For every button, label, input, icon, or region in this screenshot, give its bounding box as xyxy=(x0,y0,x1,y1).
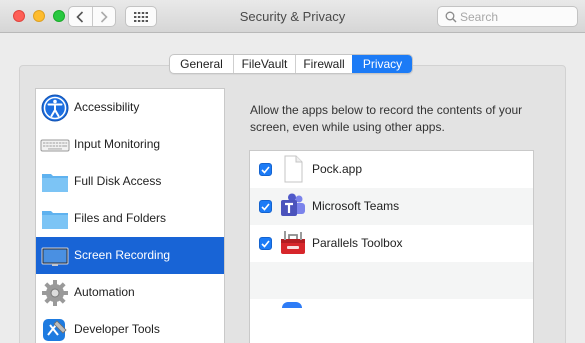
app-label: Parallels Toolbox xyxy=(312,236,403,250)
show-all-button[interactable] xyxy=(125,6,157,27)
app-label: Pock.app xyxy=(312,162,363,176)
back-button[interactable] xyxy=(69,7,92,26)
close-window-button[interactable] xyxy=(13,10,25,22)
screen-recording-description: Allow the apps below to record the conte… xyxy=(250,103,523,134)
category-screen-recording[interactable]: Screen Recording xyxy=(36,237,224,274)
grid-icon xyxy=(134,11,148,22)
search-field[interactable] xyxy=(437,6,578,27)
app-icon-partial xyxy=(282,302,302,308)
chevron-left-icon xyxy=(76,10,84,23)
navigation-buttons xyxy=(68,6,116,27)
list-item-pock[interactable]: Pock.app xyxy=(250,151,533,188)
category-label: Automation xyxy=(74,285,135,299)
search-input[interactable] xyxy=(460,8,572,25)
category-label: Input Monitoring xyxy=(74,137,161,151)
display-icon xyxy=(41,247,69,266)
category-label: Screen Recording xyxy=(74,248,171,262)
tab-general[interactable]: General xyxy=(170,55,233,73)
category-input-monitoring[interactable]: Input Monitoring xyxy=(36,126,224,163)
search-icon xyxy=(445,11,457,23)
window-title: Security & Privacy xyxy=(239,9,346,24)
checkmark-icon xyxy=(261,239,270,248)
tab-privacy[interactable]: Privacy xyxy=(352,55,412,73)
forward-button[interactable] xyxy=(91,7,116,26)
tab-bar: General FileVault Firewall Privacy xyxy=(169,54,413,74)
screen-recording-app-list[interactable]: Pock.app Microsoft Teams Parallels Toolb… xyxy=(249,150,534,343)
category-full-disk-access[interactable]: Full Disk Access xyxy=(36,163,224,200)
minimize-window-button[interactable] xyxy=(33,10,45,22)
zoom-window-button[interactable] xyxy=(53,10,65,22)
xcode-icon xyxy=(43,319,67,341)
category-developer-tools[interactable]: Developer Tools xyxy=(36,311,224,343)
folder-icon xyxy=(42,174,68,192)
tab-firewall[interactable]: Firewall xyxy=(295,55,352,73)
list-item-microsoft-teams[interactable]: Microsoft Teams xyxy=(250,188,533,225)
category-accessibility[interactable]: Accessibility xyxy=(36,89,224,126)
list-item-parallels-toolbox[interactable]: Parallels Toolbox xyxy=(250,225,533,262)
category-label: Full Disk Access xyxy=(74,174,162,188)
chevron-right-icon xyxy=(100,10,108,23)
app-checkbox[interactable] xyxy=(259,237,272,250)
title-bar: Security & Privacy xyxy=(0,0,585,33)
checkmark-icon xyxy=(261,165,270,174)
category-label: Files and Folders xyxy=(74,211,167,225)
list-item-empty xyxy=(250,262,533,299)
toolbox-icon xyxy=(281,231,305,254)
folder-icon xyxy=(42,211,68,229)
app-checkbox[interactable] xyxy=(259,163,272,176)
category-label: Developer Tools xyxy=(74,322,160,336)
accessibility-icon xyxy=(41,94,69,122)
privacy-category-list[interactable]: Accessibility Input Monitoring Full Disk… xyxy=(35,88,225,343)
checkmark-icon xyxy=(261,202,270,211)
tab-filevault[interactable]: FileVault xyxy=(233,55,295,73)
category-automation[interactable]: Automation xyxy=(36,274,224,311)
teams-icon xyxy=(281,193,305,216)
app-label: Microsoft Teams xyxy=(312,199,400,213)
category-files-and-folders[interactable]: Files and Folders xyxy=(36,200,224,237)
gear-icon xyxy=(42,280,68,306)
document-icon xyxy=(284,155,303,183)
keyboard-icon xyxy=(40,139,70,152)
category-label: Accessibility xyxy=(74,100,140,114)
app-checkbox[interactable] xyxy=(259,200,272,213)
